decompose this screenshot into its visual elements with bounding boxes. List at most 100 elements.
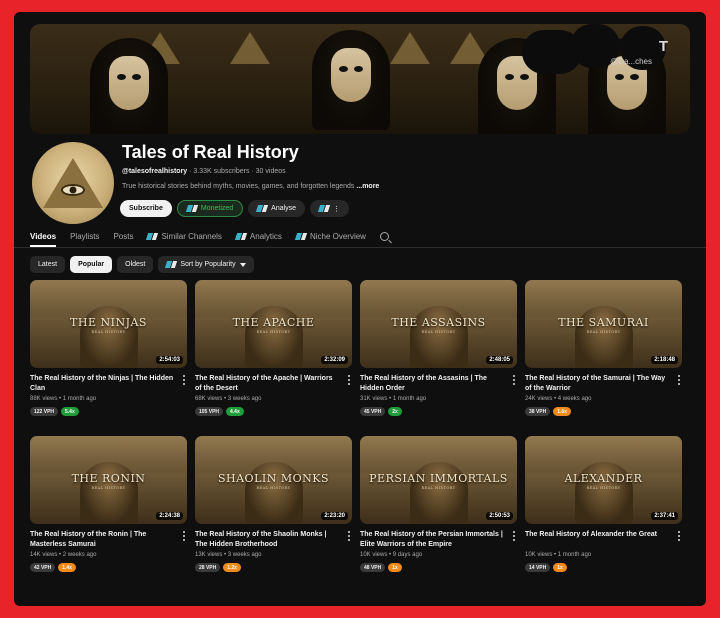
video-title[interactable]: The Real History of the Persian Immortal… [360, 530, 505, 549]
kebab-menu-icon[interactable] [677, 375, 680, 385]
tab-analytics[interactable]: Analytics [236, 232, 282, 241]
video-meta: 13K views • 3 weeks ago [195, 552, 262, 558]
sort-dropdown[interactable]: Sort by Popularity [158, 256, 254, 273]
video-card[interactable]: THE RONIN REAL HISTORY 2:24:38 The Real … [30, 436, 187, 586]
channel-description[interactable]: True historical stories behind myths, mo… [122, 183, 379, 190]
sort-dropdown-label: Sort by Popularity [180, 261, 236, 268]
analyse-label: Analyse [271, 205, 297, 212]
video-card[interactable]: PERSIAN IMMORTALS REAL HISTORY 2:50:53 T… [360, 436, 517, 586]
tab-videos[interactable]: Videos [30, 232, 56, 241]
video-card[interactable]: THE APACHE REAL HISTORY 2:32:09 The Real… [195, 280, 352, 430]
video-duration: 2:32:09 [321, 356, 348, 364]
video-card[interactable]: ALEXANDER REAL HISTORY 2:37:41 The Real … [525, 436, 682, 586]
vidiq-icon [166, 261, 176, 268]
video-card[interactable]: THE SAMURAI REAL HISTORY 2:18:48 The Rea… [525, 280, 682, 430]
subscribe-button[interactable]: Subscribe [120, 200, 172, 217]
outlier-score-badge: 4.4x [226, 407, 244, 416]
channel-avatar[interactable] [32, 142, 114, 224]
pyramid-emblem [390, 32, 430, 64]
video-title[interactable]: The Real History of the Assasins | The H… [360, 374, 505, 393]
analyse-button[interactable]: Analyse [248, 200, 306, 217]
hooded-figure [90, 38, 168, 134]
thumbnail-title: THE RONIN [71, 472, 146, 485]
video-card[interactable]: THE ASSASINS REAL HISTORY 2:48:05 The Re… [360, 280, 517, 430]
tabs-divider [14, 247, 706, 248]
thumbnail-title: PERSIAN IMMORTALS [369, 472, 508, 485]
hooded-figure [312, 30, 390, 130]
thumbnail-title: THE APACHE [232, 316, 315, 329]
vph-badge: 42 VPH [30, 563, 56, 572]
thumbnail-subtitle: REAL HISTORY [421, 486, 456, 490]
filter-popular[interactable]: Popular [70, 256, 113, 273]
video-thumbnail[interactable]: SHAOLIN MONKS REAL HISTORY 2:23:20 [195, 436, 352, 524]
video-duration: 2:54:03 [156, 356, 183, 364]
kebab-menu-icon[interactable] [512, 375, 515, 385]
outlier-score-badge: 1.4x [58, 563, 76, 572]
video-thumbnail[interactable]: THE APACHE REAL HISTORY 2:32:09 [195, 280, 352, 368]
more-link[interactable]: ...more [356, 183, 379, 190]
outlier-score-badge: 5.4x [61, 407, 79, 416]
filter-latest[interactable]: Latest [30, 256, 66, 273]
kebab-menu-icon[interactable] [512, 531, 515, 541]
thumbnail-title: THE ASSASINS [391, 316, 486, 329]
channel-tabs: Videos Playlists Posts Similar Channels … [30, 226, 389, 246]
tab-niche-overview[interactable]: Niche Overview [296, 232, 366, 241]
video-title[interactable]: The Real History of Alexander the Great [525, 530, 670, 540]
outlier-score-badge: 1x [388, 563, 402, 572]
video-thumbnail[interactable]: THE SAMURAI REAL HISTORY 2:18:48 [525, 280, 682, 368]
thumbnail-subtitle: REAL HISTORY [91, 330, 126, 334]
video-meta: 31K views • 1 month ago [360, 396, 427, 402]
video-thumbnail[interactable]: THE RONIN REAL HISTORY 2:24:38 [30, 436, 187, 524]
channel-name: Tales of Real History [122, 142, 299, 162]
thumbnail-subtitle: REAL HISTORY [586, 330, 621, 334]
tab-playlists[interactable]: Playlists [70, 232, 99, 241]
thumbnail-title: THE SAMURAI [558, 316, 649, 329]
video-title[interactable]: The Real History of the Samurai | The Wa… [525, 374, 670, 393]
video-thumbnail[interactable]: ALEXANDER REAL HISTORY 2:37:41 [525, 436, 682, 524]
tab-similar-channels[interactable]: Similar Channels [147, 232, 221, 241]
banner-overlay-text: T [658, 38, 668, 55]
channel-handle: @talesofrealhistory [122, 168, 188, 175]
banner-handle-text: @Da...ches [610, 57, 652, 66]
video-thumbnail[interactable]: PERSIAN IMMORTALS REAL HISTORY 2:50:53 [360, 436, 517, 524]
video-title[interactable]: The Real History of the Ninjas | The Hid… [30, 374, 175, 393]
channel-actions: Subscribe Monetized Analyse ⋮ [120, 200, 350, 217]
video-card[interactable]: THE NINJAS REAL HISTORY 2:54:03 The Real… [30, 280, 187, 430]
monetized-badge[interactable]: Monetized [176, 200, 244, 217]
tab-posts[interactable]: Posts [113, 232, 133, 241]
video-meta: 10K views • 9 days ago [360, 552, 423, 558]
outlier-score-badge: 1.6x [553, 407, 571, 416]
video-title[interactable]: The Real History of the Ronin | The Mast… [30, 530, 175, 549]
video-title[interactable]: The Real History of the Apache | Warrior… [195, 374, 340, 393]
vidiq-icon [147, 233, 157, 240]
thumbnail-subtitle: REAL HISTORY [586, 486, 621, 490]
filter-oldest[interactable]: Oldest [117, 256, 154, 273]
video-card[interactable]: SHAOLIN MONKS REAL HISTORY 2:23:20 The R… [195, 436, 352, 586]
thumbnail-title: THE NINJAS [70, 316, 147, 329]
thumbnail-subtitle: REAL HISTORY [256, 486, 291, 490]
video-duration: 2:23:20 [321, 512, 348, 520]
search-icon [379, 231, 389, 241]
kebab-menu-icon[interactable] [182, 375, 185, 385]
video-meta: 10K views • 1 month ago [525, 552, 592, 558]
video-duration: 2:24:38 [156, 512, 183, 520]
vph-badge: 45 VPH [360, 407, 386, 416]
chevron-down-icon [239, 262, 246, 267]
kebab-menu-icon[interactable] [347, 531, 350, 541]
more-options-button[interactable]: ⋮ [310, 200, 350, 217]
outlier-score-badge: 1.2x [223, 563, 241, 572]
vph-badge: 14 VPH [525, 563, 551, 572]
vph-badge: 38 VPH [525, 407, 551, 416]
video-thumbnail[interactable]: THE ASSASINS REAL HISTORY 2:48:05 [360, 280, 517, 368]
outlier-score-badge: 2x [388, 407, 402, 416]
video-thumbnail[interactable]: THE NINJAS REAL HISTORY 2:54:03 [30, 280, 187, 368]
kebab-menu-icon[interactable] [347, 375, 350, 385]
video-duration: 2:37:41 [651, 512, 678, 520]
vidiq-icon [319, 205, 329, 212]
kebab-menu-icon[interactable] [182, 531, 185, 541]
kebab-menu-icon[interactable] [677, 531, 680, 541]
vph-badge: 48 VPH [360, 563, 386, 572]
channel-description-text: True historical stories behind myths, mo… [122, 183, 355, 190]
search-channel-button[interactable] [379, 231, 389, 241]
video-title[interactable]: The Real History of the Shaolin Monks | … [195, 530, 340, 549]
